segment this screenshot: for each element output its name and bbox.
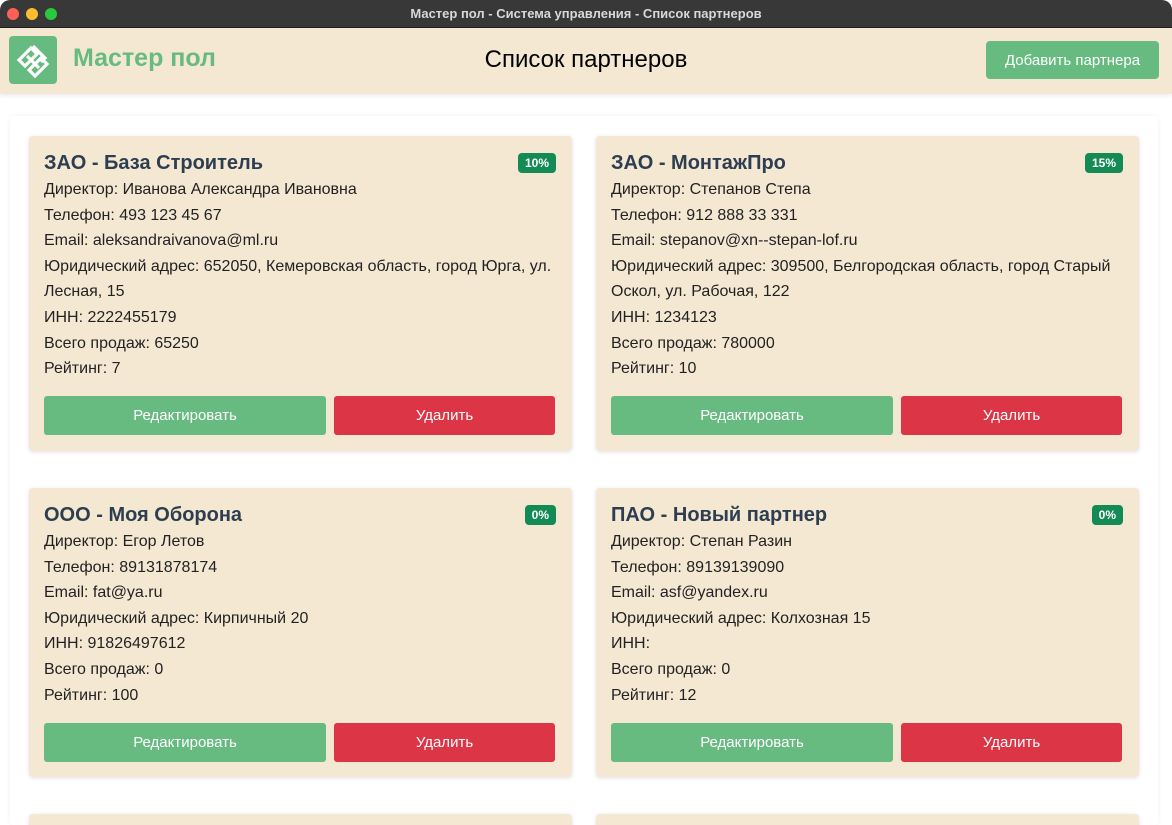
delete-button[interactable]: Удалить bbox=[334, 723, 555, 762]
partner-email: Email: aleksandraivanova@ml.ru bbox=[44, 232, 279, 250]
partner-card: ООО - Моя Оборона 0% Директор: Егор Лето… bbox=[29, 488, 572, 777]
partner-list[interactable]: ЗАО - База Строитель 10% Директор: Ивано… bbox=[10, 116, 1158, 825]
partner-phone: Телефон: 89139139090 bbox=[611, 558, 785, 576]
partner-details: Директор: Степан Разин Телефон: 89139139… bbox=[611, 529, 1123, 708]
partner-director: Директор: Степанов Степа bbox=[611, 181, 811, 198]
partner-details: Директор: Иванова Александра Ивановна Те… bbox=[44, 177, 556, 382]
edit-button[interactable]: Редактировать bbox=[611, 396, 893, 435]
partner-sales: Всего продаж: 65250 bbox=[44, 334, 199, 352]
partner-director: Директор: Степан Разин bbox=[611, 533, 792, 550]
app-window: Мастер пол - Система управления - Список… bbox=[0, 0, 1172, 825]
discount-badge: 0% bbox=[1091, 505, 1123, 525]
partner-card: ЗАО - МонтажПро 15% Директор: Степанов С… bbox=[596, 136, 1139, 451]
partner-card-partial bbox=[596, 814, 1139, 825]
partner-rating: Рейтинг: 7 bbox=[44, 360, 121, 378]
partner-address: Юридический адрес: 652050, Кемеровская о… bbox=[44, 257, 552, 301]
partner-email: Email: fat@ya.ru bbox=[44, 584, 163, 602]
partner-rating: Рейтинг: 100 bbox=[44, 686, 139, 704]
partner-card-partial bbox=[29, 814, 572, 825]
partner-director: Директор: Егор Летов bbox=[44, 533, 205, 550]
partner-rating: Рейтинг: 10 bbox=[611, 360, 697, 378]
partner-inn: ИНН: 1234123 bbox=[611, 308, 717, 326]
discount-badge: 0% bbox=[524, 505, 556, 525]
partner-email: Email: asf@yandex.ru bbox=[611, 584, 768, 602]
partner-name: ЗАО - База Строитель bbox=[44, 152, 264, 174]
add-partner-button[interactable]: Добавить партнера bbox=[986, 41, 1159, 79]
delete-button[interactable]: Удалить bbox=[901, 723, 1122, 762]
partner-name: ЗАО - МонтажПро bbox=[611, 152, 786, 174]
partner-inn: ИНН: 2222455179 bbox=[44, 308, 177, 326]
partner-address: Юридический адрес: 309500, Белгородская … bbox=[611, 257, 1111, 301]
partner-details: Директор: Егор Летов Телефон: 8913187817… bbox=[44, 529, 556, 708]
partner-inn: ИНН: bbox=[611, 635, 651, 653]
partner-sales: Всего продаж: 0 bbox=[611, 660, 731, 678]
partner-phone: Телефон: 89131878174 bbox=[44, 558, 218, 576]
partner-director: Директор: Иванова Александра Ивановна bbox=[44, 181, 357, 198]
window-title: Мастер пол - Система управления - Список… bbox=[410, 6, 762, 21]
partner-name: ПАО - Новый партнер bbox=[611, 504, 828, 526]
partner-details: Директор: Степанов Степа Телефон: 912 88… bbox=[611, 177, 1123, 382]
partner-sales: Всего продаж: 780000 bbox=[611, 334, 775, 352]
discount-badge: 10% bbox=[517, 153, 556, 173]
edit-button[interactable]: Редактировать bbox=[44, 723, 326, 762]
discount-badge: 15% bbox=[1084, 153, 1123, 173]
partner-inn: ИНН: 91826497612 bbox=[44, 635, 186, 653]
partner-email: Email: stepanov@xn--stepan-lof.ru bbox=[611, 232, 858, 250]
edit-button[interactable]: Редактировать bbox=[44, 396, 326, 435]
partner-name: ООО - Моя Оборона bbox=[44, 504, 243, 526]
delete-button[interactable]: Удалить bbox=[901, 396, 1122, 435]
partner-address: Юридический адрес: Колхозная 15 bbox=[611, 609, 871, 627]
partner-phone: Телефон: 493 123 45 67 bbox=[44, 206, 222, 224]
app-header: Мастер пол Список партнеров Добавить пар… bbox=[0, 28, 1172, 94]
partner-card: ПАО - Новый партнер 0% Директор: Степан … bbox=[596, 488, 1139, 777]
edit-button[interactable]: Редактировать bbox=[611, 723, 893, 762]
partner-card: ЗАО - База Строитель 10% Директор: Ивано… bbox=[29, 136, 572, 451]
delete-button[interactable]: Удалить bbox=[334, 396, 555, 435]
partner-phone: Телефон: 912 888 33 331 bbox=[611, 206, 798, 224]
title-bar: Мастер пол - Система управления - Список… bbox=[0, 0, 1172, 28]
partner-address: Юридический адрес: Кирпичный 20 bbox=[44, 609, 309, 627]
partner-sales: Всего продаж: 0 bbox=[44, 660, 164, 678]
partner-rating: Рейтинг: 12 bbox=[611, 686, 697, 704]
